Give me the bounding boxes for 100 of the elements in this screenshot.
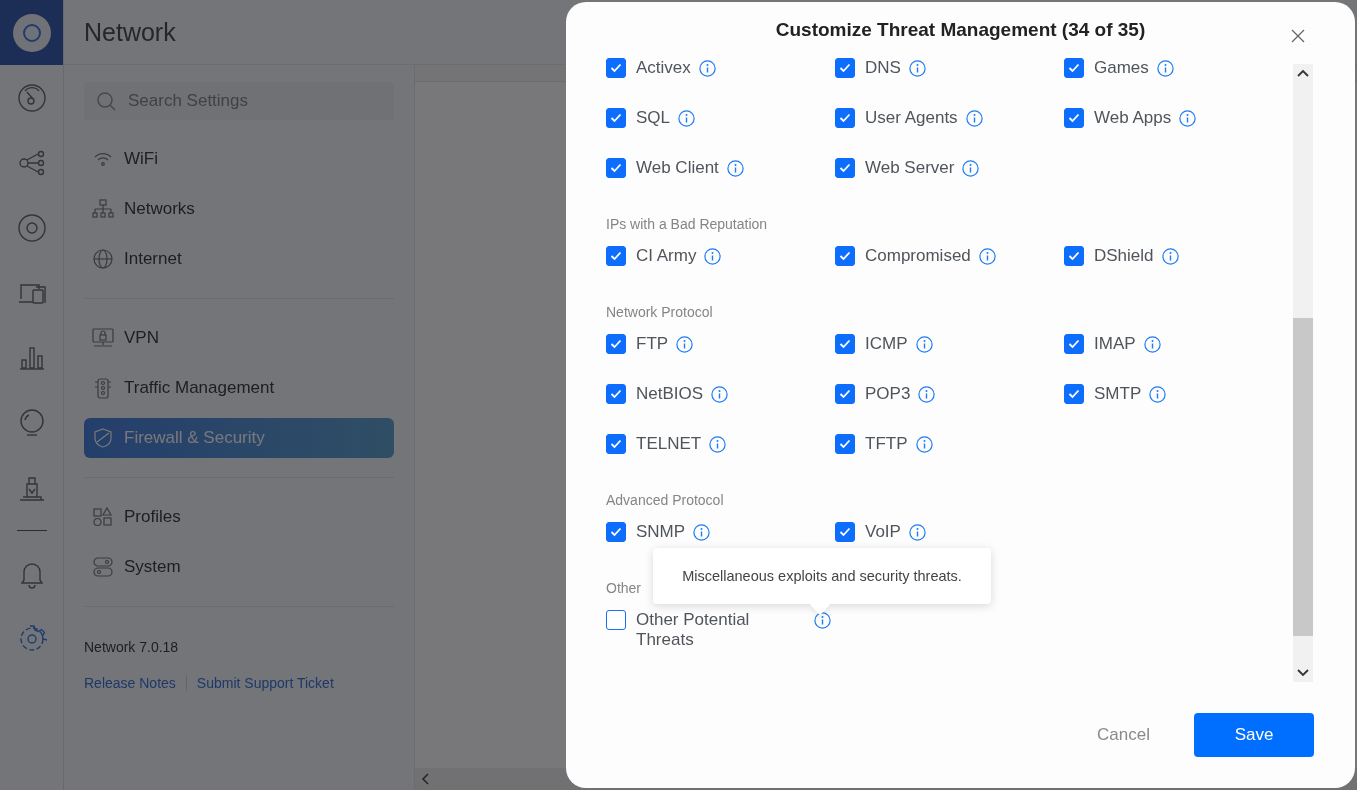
checkbox-label[interactable]: CI Army <box>636 246 697 266</box>
info-icon[interactable] <box>918 386 936 403</box>
checkbox[interactable] <box>835 158 855 178</box>
checkbox[interactable] <box>606 610 626 630</box>
info-icon[interactable] <box>962 160 980 177</box>
checkbox-label[interactable]: TFTP <box>865 434 908 454</box>
check-icon <box>839 163 851 173</box>
scrollbar-thumb[interactable] <box>1293 318 1313 636</box>
info-icon[interactable] <box>814 612 831 629</box>
nav-item[interactable]: Internet <box>84 239 394 279</box>
nav-item[interactable]: Networks <box>84 189 394 229</box>
nav-item[interactable]: Traffic Management <box>84 368 394 408</box>
info-icon[interactable] <box>698 60 716 77</box>
nav-item[interactable]: WiFi <box>84 139 394 179</box>
vertical-scrollbar[interactable] <box>1293 64 1313 682</box>
check-icon <box>839 113 851 123</box>
checkbox[interactable] <box>835 334 855 354</box>
scroll-down-icon[interactable] <box>1297 669 1309 677</box>
checkbox[interactable] <box>835 522 855 542</box>
info-icon[interactable] <box>908 60 926 77</box>
checkbox[interactable] <box>835 246 855 266</box>
checkbox-label[interactable]: SNMP <box>636 522 686 542</box>
checkbox-label[interactable]: Other Potential Threats <box>636 610 806 650</box>
checkbox-label[interactable]: Activex <box>636 58 691 78</box>
info-icon[interactable] <box>676 336 694 353</box>
checkbox-label[interactable]: POP3 <box>865 384 911 404</box>
checkbox-label[interactable]: NetBIOS <box>636 384 704 404</box>
checkbox[interactable] <box>835 434 855 454</box>
checkbox-label[interactable]: FTP <box>636 334 669 354</box>
device-icon[interactable] <box>16 212 47 243</box>
info-icon[interactable] <box>1179 110 1197 127</box>
info-icon[interactable] <box>678 110 696 127</box>
group-label: IPs with a Bad Reputation <box>606 216 769 232</box>
group-label: Network Protocol <box>606 304 714 320</box>
cancel-button[interactable]: Cancel <box>1083 715 1164 755</box>
checkbox[interactable] <box>606 58 626 78</box>
checkbox-label[interactable]: TELNET <box>636 434 702 454</box>
checkbox[interactable] <box>606 158 626 178</box>
checkbox[interactable] <box>606 434 626 454</box>
scroll-left-icon[interactable] <box>421 773 431 785</box>
checkbox-label[interactable]: VoIP <box>865 522 901 542</box>
info-icon[interactable] <box>965 110 983 127</box>
checkbox[interactable] <box>1064 384 1084 404</box>
nav-item[interactable]: Profiles <box>84 497 394 537</box>
info-icon[interactable] <box>1149 386 1167 403</box>
close-icon[interactable] <box>1291 29 1305 43</box>
checkbox[interactable] <box>606 384 626 404</box>
checkbox-label[interactable]: User Agents <box>865 108 958 128</box>
checkbox[interactable] <box>1064 108 1084 128</box>
info-icon[interactable] <box>1156 60 1174 77</box>
check-icon <box>610 439 622 449</box>
info-icon[interactable] <box>709 436 727 453</box>
info-icon[interactable] <box>726 160 744 177</box>
check-icon <box>610 527 622 537</box>
checkbox-label[interactable]: Web Apps <box>1094 108 1172 128</box>
app-title: Network <box>84 17 176 47</box>
checkbox[interactable] <box>835 58 855 78</box>
checkbox[interactable] <box>835 384 855 404</box>
check-icon <box>839 251 851 261</box>
info-icon[interactable] <box>978 248 996 265</box>
checkbox[interactable] <box>835 108 855 128</box>
info-icon[interactable] <box>1161 248 1179 265</box>
info-icon[interactable] <box>693 524 711 541</box>
modal-title: Customize Threat Management (34 of 35) <box>775 18 1146 41</box>
info-icon[interactable] <box>908 524 926 541</box>
checkbox[interactable] <box>606 246 626 266</box>
checkbox-label[interactable]: Web Server <box>865 158 955 178</box>
checkbox-label[interactable]: IMAP <box>1094 334 1136 354</box>
checkbox-label[interactable]: ICMP <box>865 334 908 354</box>
tooltip-text: Miscellaneous exploits and security threats. <box>682 568 962 584</box>
nav-item[interactable]: System <box>84 547 394 587</box>
nav-icon <box>92 327 114 349</box>
check-icon <box>610 163 622 173</box>
dashboard-icon[interactable] <box>16 82 47 113</box>
checkbox[interactable] <box>606 108 626 128</box>
checkbox-label[interactable]: Compromised <box>865 246 971 266</box>
info-icon[interactable] <box>915 336 933 353</box>
checkbox[interactable] <box>1064 246 1084 266</box>
checkbox-label[interactable]: DNS <box>865 58 901 78</box>
logo-block[interactable] <box>0 0 63 65</box>
scroll-up-icon[interactable] <box>1297 69 1309 77</box>
checkbox[interactable] <box>1064 334 1084 354</box>
check-icon <box>610 389 622 399</box>
info-icon[interactable] <box>704 248 722 265</box>
check-icon <box>610 113 622 123</box>
checkbox-label[interactable]: DShield <box>1094 246 1154 266</box>
info-icon[interactable] <box>915 436 933 453</box>
nav-icon <box>92 377 114 399</box>
nav-item[interactable]: VPN <box>84 318 394 358</box>
checkbox[interactable] <box>606 522 626 542</box>
checkbox-label[interactable]: SQL <box>636 108 671 128</box>
checkbox[interactable] <box>606 334 626 354</box>
check-icon <box>839 439 851 449</box>
save-button[interactable]: Save <box>1194 713 1314 757</box>
info-icon[interactable] <box>1143 336 1161 353</box>
checkbox-label[interactable]: Games <box>1094 58 1149 78</box>
checkbox-label[interactable]: Web Client <box>636 158 719 178</box>
checkbox[interactable] <box>1064 58 1084 78</box>
info-icon[interactable] <box>711 386 729 403</box>
checkbox-label[interactable]: SMTP <box>1094 384 1142 404</box>
